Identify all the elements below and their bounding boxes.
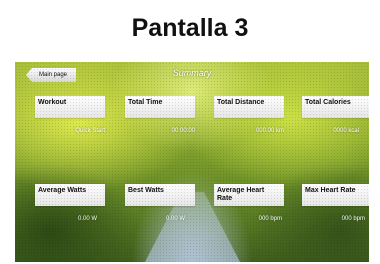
max-heart-rate-label: Max Heart Rate (302, 184, 369, 206)
workout-value: Quick Start (75, 128, 105, 134)
screen-title: Summary (172, 68, 212, 78)
average-heart-rate-label: Average Heart Rate (214, 184, 284, 206)
total-calories-label: Total Calories (302, 96, 369, 118)
average-watts-value: 0.00 W (77, 216, 97, 222)
best-watts-value: 0.00 W (165, 216, 185, 222)
max-heart-rate-value: 000 bpm (341, 216, 365, 222)
summary-screen: Main page Summary Workout Quick Start To… (15, 62, 369, 262)
best-watts-label: Best Watts (125, 184, 195, 206)
total-distance-value: 000.00 km (255, 128, 284, 134)
page-heading: Pantalla 3 (131, 14, 249, 42)
total-time-value: 00:00:00 (171, 128, 195, 134)
total-time-label: Total Time (125, 96, 195, 118)
total-calories-value: 0000 kcal (333, 128, 359, 134)
average-watts-label: Average Watts (35, 184, 105, 206)
average-heart-rate-value: 000 bpm (258, 216, 282, 222)
total-distance-label: Total Distance (214, 96, 284, 118)
workout-label: Workout (35, 96, 105, 118)
